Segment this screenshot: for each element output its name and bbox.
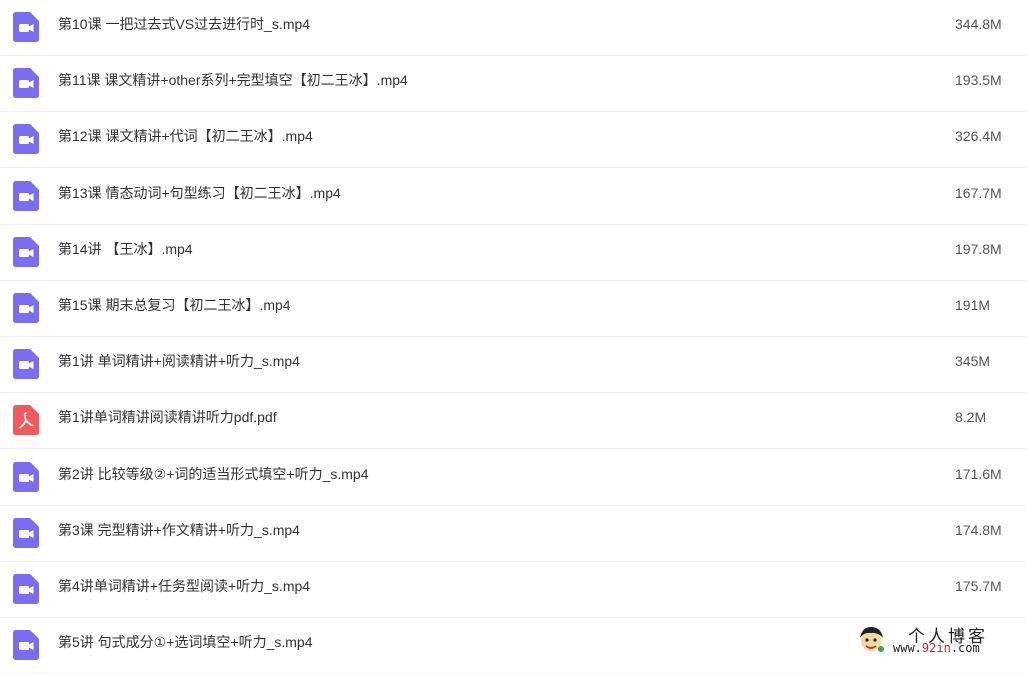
watermark-url: www.92in.com — [893, 641, 980, 655]
file-row[interactable]: 第15课 期末总复习【初二王冰】.mp4 191M — [0, 281, 1027, 337]
file-row[interactable]: 第11课 课文精讲+other系列+完型填空【初二王冰】.mp4 193.5M — [0, 56, 1027, 112]
file-name[interactable]: 第4讲单词精讲+任务型阅读+听力_s.mp4 — [58, 562, 310, 610]
file-size: 193.5M — [955, 72, 1002, 88]
file-size: 175.7M — [955, 578, 1002, 594]
watermark: 个人博客 www.92in.com — [856, 622, 1024, 658]
file-size: 344.8M — [955, 16, 1002, 32]
video-file-icon — [13, 237, 39, 267]
file-row[interactable]: 第2讲 比较等级②+词的适当形式填空+听力_s.mp4 171.6M — [0, 450, 1027, 506]
file-name[interactable]: 第10课 一把过去式VS过去进行时_s.mp4 — [58, 0, 310, 48]
file-row[interactable]: 第4讲单词精讲+任务型阅读+听力_s.mp4 175.7M — [0, 562, 1027, 618]
file-size: 345M — [955, 353, 991, 369]
file-row[interactable]: 第10课 一把过去式VS过去进行时_s.mp4 344.8M — [0, 0, 1027, 56]
file-name[interactable]: 第1讲单词精讲阅读精讲听力pdf.pdf — [58, 393, 277, 441]
file-row[interactable]: 第1讲 单词精讲+阅读精讲+听力_s.mp4 345M — [0, 337, 1027, 393]
file-name[interactable]: 第13课 情态动词+句型练习【初二王冰】.mp4 — [58, 169, 341, 217]
cartoon-face-icon — [856, 624, 886, 654]
video-file-icon — [13, 574, 39, 604]
file-size: 191M — [955, 297, 991, 313]
video-file-icon — [13, 349, 39, 379]
file-size: 8.2M — [955, 409, 987, 425]
file-row[interactable]: 第12课 课文精讲+代词【初二王冰】.mp4 326.4M — [0, 112, 1027, 168]
video-file-icon — [13, 630, 39, 660]
file-name[interactable]: 第14讲 【王冰】.mp4 — [58, 225, 193, 273]
video-file-icon — [13, 462, 39, 492]
video-file-icon — [13, 181, 39, 211]
file-name[interactable]: 第5讲 句式成分①+选词填空+听力_s.mp4 — [58, 618, 313, 666]
file-row[interactable]: 第3课 完型精讲+作文精讲+听力_s.mp4 174.8M — [0, 506, 1027, 562]
file-name[interactable]: 第11课 课文精讲+other系列+完型填空【初二王冰】.mp4 — [58, 56, 408, 104]
video-file-icon — [13, 293, 39, 323]
file-size: 197.8M — [955, 241, 1002, 257]
file-size: 174.8M — [955, 522, 1002, 538]
file-list: 第10课 一把过去式VS过去进行时_s.mp4 344.8M 第11课 课文精讲+o… — [0, 0, 1027, 674]
file-name[interactable]: 第1讲 单词精讲+阅读精讲+听力_s.mp4 — [58, 337, 300, 385]
video-file-icon — [13, 124, 39, 154]
file-name[interactable]: 第3课 完型精讲+作文精讲+听力_s.mp4 — [58, 506, 300, 554]
file-row[interactable]: 第1讲单词精讲阅读精讲听力pdf.pdf 8.2M — [0, 393, 1027, 449]
file-size: 326.4M — [955, 128, 1002, 144]
file-row[interactable]: 第14讲 【王冰】.mp4 197.8M — [0, 225, 1027, 281]
video-file-icon — [13, 68, 39, 98]
video-file-icon — [13, 12, 39, 42]
file-row[interactable]: 第13课 情态动词+句型练习【初二王冰】.mp4 167.7M — [0, 169, 1027, 225]
file-name[interactable]: 第12课 课文精讲+代词【初二王冰】.mp4 — [58, 112, 313, 160]
video-file-icon — [13, 518, 39, 548]
pdf-file-icon — [13, 405, 39, 435]
file-size: 167.7M — [955, 185, 1002, 201]
file-name[interactable]: 第2讲 比较等级②+词的适当形式填空+听力_s.mp4 — [58, 450, 369, 498]
file-size: 171.6M — [955, 466, 1002, 482]
file-name[interactable]: 第15课 期末总复习【初二王冰】.mp4 — [58, 281, 291, 329]
